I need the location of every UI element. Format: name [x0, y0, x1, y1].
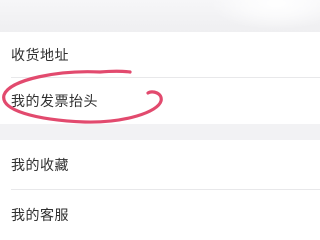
menu-item-favorites[interactable]: 我的收藏 — [0, 140, 320, 190]
menu-item-customer-service[interactable]: 我的客服 — [0, 190, 320, 240]
menu-group-address-invoice: 收货地址 我的发票抬头 — [0, 32, 320, 124]
menu-item-label: 我的收藏 — [11, 158, 69, 174]
account-settings-screen: 收货地址 我的发票抬头 我的收藏 我的客服 — [0, 0, 320, 240]
screen-glare — [210, 0, 320, 30]
menu-item-label: 我的客服 — [11, 208, 69, 224]
menu-group-favorites-service: 我的收藏 我的客服 — [0, 140, 320, 240]
menu-item-label: 收货地址 — [11, 48, 69, 64]
menu-item-shipping-address[interactable]: 收货地址 — [0, 32, 320, 78]
menu-item-invoice-title[interactable]: 我的发票抬头 — [0, 78, 320, 124]
menu-item-label: 我的发票抬头 — [11, 94, 98, 110]
